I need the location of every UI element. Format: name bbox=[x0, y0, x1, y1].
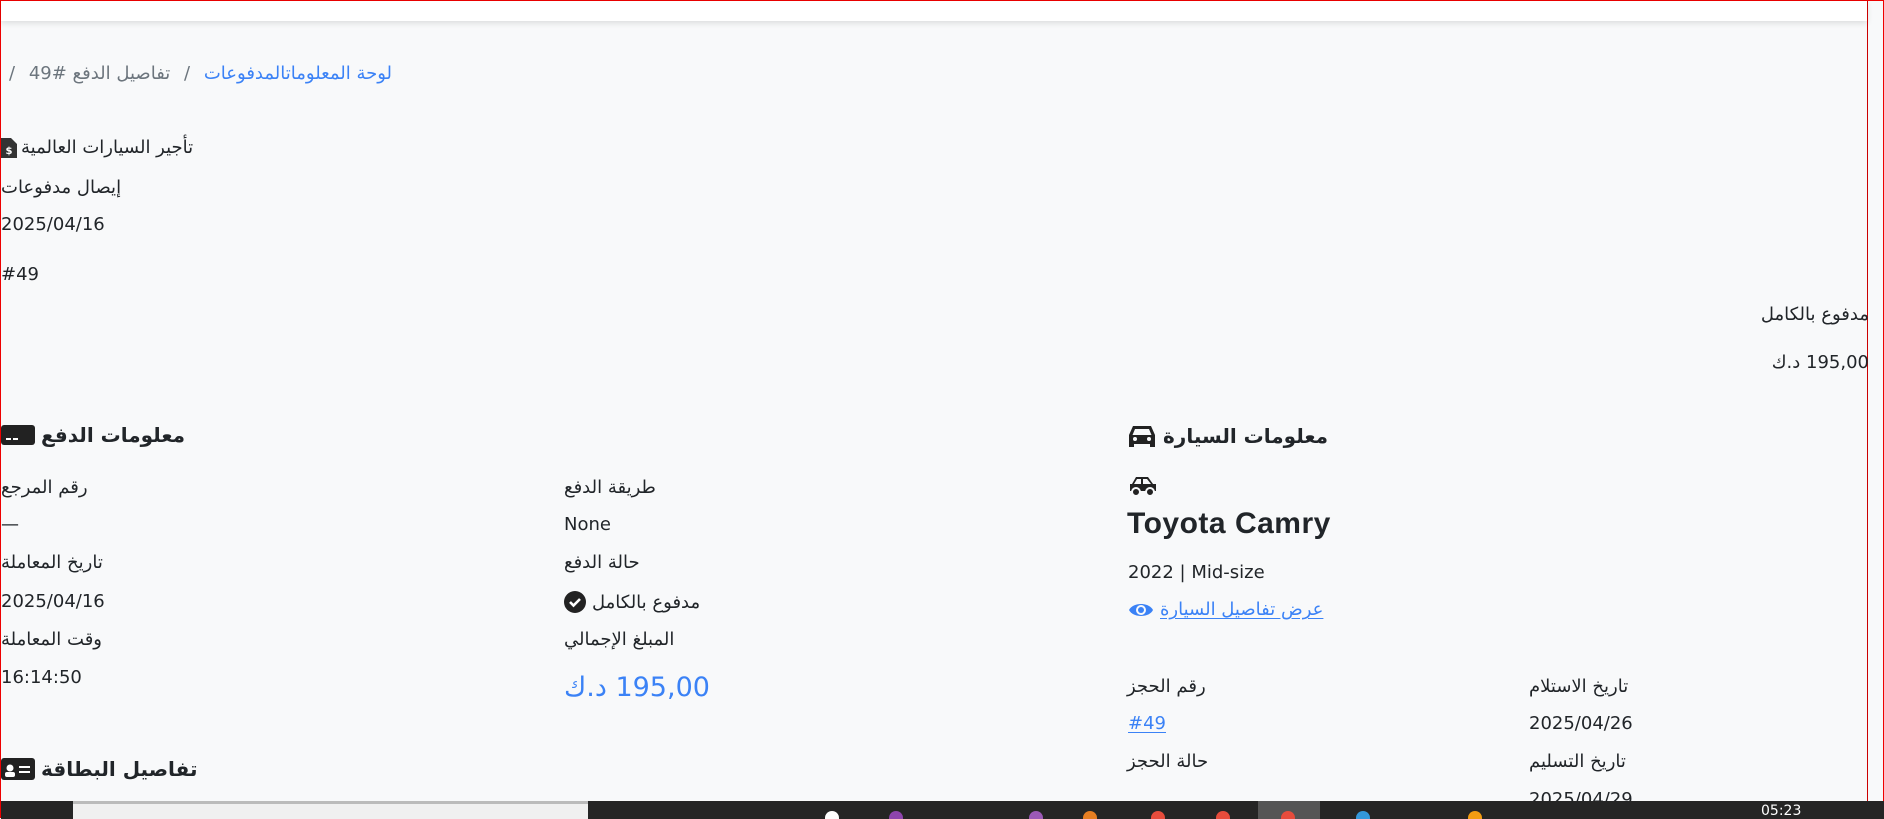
total-amount-label: المبلغ الإجمالي bbox=[564, 629, 675, 650]
payment-method-value: None bbox=[564, 514, 611, 535]
payment-method-label: طريقة الدفع bbox=[564, 477, 656, 498]
breadcrumb: لوحة المعلوماتالمدفوعات / تفاصيل الدفع #… bbox=[1, 63, 392, 84]
breadcrumb-payments[interactable]: المدفوعات bbox=[204, 63, 286, 84]
credit-card-icon bbox=[1, 425, 35, 445]
svg-text:$: $ bbox=[6, 146, 13, 157]
taskbar-search-box[interactable] bbox=[73, 801, 588, 819]
invoice-dollar-icon: $ bbox=[1, 137, 17, 158]
card-details-heading: تفاصيل البطاقة bbox=[1, 757, 197, 781]
receipt-amount: 195,00 د.ك bbox=[1771, 352, 1869, 373]
transaction-date-label: تاريخ المعاملة bbox=[1, 552, 103, 573]
card-details-heading-text: تفاصيل البطاقة bbox=[41, 757, 198, 781]
breadcrumb-dashboard[interactable]: لوحة المعلومات bbox=[286, 63, 392, 84]
car-side-icon bbox=[1130, 477, 1156, 497]
booking-status-label: حالة الحجز bbox=[1127, 751, 1209, 772]
top-navbar bbox=[1, 1, 1867, 21]
return-date-label: تاريخ التسليم bbox=[1529, 751, 1626, 772]
car-icon bbox=[1129, 426, 1155, 447]
receipt-title: إيصال مدفوعات bbox=[1, 177, 122, 198]
booking-number-text[interactable]: #49 bbox=[1128, 713, 1166, 734]
company-name-text: تأجير السيارات العالمية bbox=[21, 137, 194, 158]
car-meta: 2022 | Mid-size bbox=[1128, 562, 1265, 583]
car-info-heading-text: معلومات السيارة bbox=[1163, 424, 1329, 448]
view-car-details-link[interactable]: عرض تفاصيل السيارة bbox=[1128, 599, 1323, 620]
transaction-date-value: 2025/04/16 bbox=[1, 591, 105, 612]
transaction-time-label: وقت المعاملة bbox=[1, 629, 103, 650]
company-name: $ تأجير السيارات العالمية bbox=[1, 137, 193, 158]
receipt-status: مدفوع بالكامل bbox=[1760, 304, 1869, 325]
taskbar-clock[interactable]: 05:23 bbox=[1761, 803, 1801, 819]
booking-number-link[interactable]: #49 bbox=[1128, 713, 1166, 734]
receipt-number: #49 bbox=[1, 264, 39, 285]
reference-label: رقم المرجع bbox=[1, 477, 88, 498]
payment-status-label: حالة الدفع bbox=[564, 552, 640, 573]
reference-value: — bbox=[1, 514, 19, 535]
transaction-time-value: 16:14:50 bbox=[1, 667, 82, 688]
breadcrumb-current: تفاصيل الدفع #49 bbox=[28, 63, 171, 84]
car-info-heading: معلومات السيارة bbox=[1127, 423, 1328, 449]
receipt-date: 2025/04/16 bbox=[1, 214, 105, 235]
os-taskbar: 05:23 bbox=[1, 801, 1884, 819]
breadcrumb-separator: / bbox=[9, 63, 16, 84]
id-card-icon bbox=[1, 758, 35, 780]
window-edge bbox=[1867, 1, 1868, 801]
payment-info-heading: معلومات الدفع bbox=[1, 423, 185, 447]
view-car-details-text[interactable]: عرض تفاصيل السيارة bbox=[1160, 599, 1323, 620]
pickup-date-value: 2025/04/26 bbox=[1529, 713, 1633, 734]
total-amount-value: 195,00 د.ك bbox=[564, 672, 710, 703]
check-circle-icon bbox=[564, 591, 586, 613]
payment-status-text: مدفوع بالكامل bbox=[592, 591, 701, 613]
eye-icon bbox=[1129, 603, 1153, 616]
breadcrumb-separator: / bbox=[184, 63, 191, 84]
payment-status-value: مدفوع بالكامل bbox=[564, 591, 700, 613]
booking-number-label: رقم الحجز bbox=[1127, 676, 1206, 697]
payment-info-heading-text: معلومات الدفع bbox=[41, 423, 186, 447]
pickup-date-label: تاريخ الاستلام bbox=[1529, 676, 1629, 697]
car-name: Toyota Camry bbox=[1127, 507, 1331, 540]
